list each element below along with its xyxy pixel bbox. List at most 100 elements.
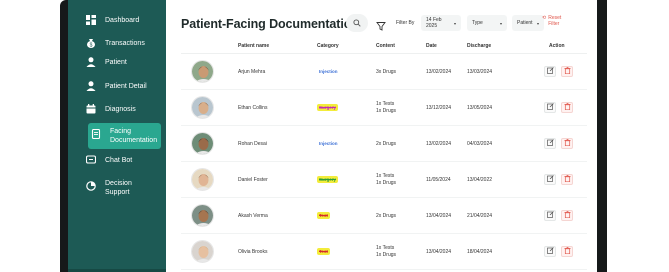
patient-name: Ethan Collins xyxy=(238,105,268,111)
edit-button[interactable] xyxy=(544,138,556,149)
filter-label: Filter By xyxy=(396,20,415,26)
trash-icon xyxy=(564,103,571,112)
trash-icon xyxy=(564,175,571,184)
sidebar-item-transactions[interactable]: $ Transactions xyxy=(86,39,162,48)
discharge-cell: 18/04/2024 xyxy=(467,249,493,255)
category-tag: Injection xyxy=(319,141,338,146)
table-row: Arjun Mehra Injection 3x Drugs 13/02/202… xyxy=(181,55,587,90)
edit-icon xyxy=(546,211,554,220)
content-line2: 1x Drugs xyxy=(376,180,397,186)
sidebar-item-dashboard[interactable]: Dashboard xyxy=(86,15,162,25)
edit-button[interactable] xyxy=(544,66,556,77)
sidebar-item-diagnosis[interactable]: Diagnosis xyxy=(86,104,162,114)
edit-icon xyxy=(546,103,554,112)
edit-button[interactable] xyxy=(544,210,556,221)
date-cell: 11/05/2024 xyxy=(426,177,451,183)
reset-label-line2: Filter xyxy=(548,21,560,27)
avatar xyxy=(191,132,214,155)
content-cell: 3x Drugs xyxy=(376,69,396,76)
table-row: Ethan Collins Surgery 1x Tests 1x Drugs … xyxy=(181,91,587,126)
delete-button[interactable] xyxy=(561,210,573,221)
app-window: Dashboard $ Transactions Patient Patient… xyxy=(0,0,669,272)
avatar xyxy=(191,204,214,227)
sidebar-item-label-line1: Decision xyxy=(105,180,132,187)
device-bezel-right xyxy=(597,0,607,272)
delete-button[interactable] xyxy=(561,174,573,185)
sidebar-item-label: Decision Support xyxy=(105,179,132,197)
date-cell: 13/02/2024 xyxy=(426,69,452,75)
avatar xyxy=(191,240,214,263)
discharge-cell: 13/03/2024 xyxy=(467,69,493,75)
pie-chart-icon xyxy=(86,181,96,191)
chevron-down-icon: ▾ xyxy=(453,20,456,26)
sidebar-item-patient-detail[interactable]: Patient Detail xyxy=(86,81,162,91)
chevron-down-icon: ▾ xyxy=(536,20,539,26)
delete-button[interactable] xyxy=(561,246,573,257)
sidebar-item-label: Patient xyxy=(105,59,127,66)
sidebar-item-label-line2: Support xyxy=(105,189,130,196)
patient-name: Daniel Foster xyxy=(238,177,268,183)
edit-button[interactable] xyxy=(544,174,556,185)
discharge-cell: 13/05/2024 xyxy=(467,105,493,111)
content-line1: 2x Drugs xyxy=(376,213,397,219)
column-header-action: Action xyxy=(549,43,565,49)
content-cell: 1x Tests 1x Drugs xyxy=(376,173,396,187)
sidebar-item-patient[interactable]: Patient xyxy=(86,57,162,67)
patient-filter-value: Patient xyxy=(517,20,533,26)
delete-button[interactable] xyxy=(561,138,573,149)
edit-button[interactable] xyxy=(544,102,556,113)
patient-name: Olivia Brooks xyxy=(238,249,268,255)
column-header-date: Date xyxy=(426,43,437,49)
sidebar-item-label: Dashboard xyxy=(105,17,140,24)
main-content: Patient-Facing Documentation Filter By 1… xyxy=(166,0,597,272)
sidebar-item-label-line1: Facing xyxy=(110,128,132,135)
device-bezel-left xyxy=(60,0,68,272)
patient-filter-dropdown[interactable]: Patient ▾ xyxy=(512,15,544,31)
date-filter-dropdown[interactable]: 14 Feb 2025 ▾ xyxy=(421,15,461,31)
document-icon xyxy=(91,128,101,140)
trash-icon xyxy=(564,67,571,76)
avatar xyxy=(191,96,214,119)
avatar xyxy=(191,60,214,83)
content-line1: 3x Drugs xyxy=(376,69,397,75)
table-header: Patient name Category Content Date Disch… xyxy=(181,38,587,54)
chat-icon xyxy=(85,155,97,165)
category-tag: Surgery xyxy=(317,104,339,111)
table-row: Akash Verma Test 2x Drugs 13/04/2024 21/… xyxy=(181,199,587,234)
person-icon xyxy=(86,57,96,67)
trash-icon xyxy=(564,211,571,220)
person-detail-icon xyxy=(86,81,96,91)
content-cell: 1x Tests 1x Drugs xyxy=(376,101,396,115)
date-cell: 13/02/2024 xyxy=(426,141,452,147)
trash-icon xyxy=(564,247,571,256)
sidebar-item-facing-documentation[interactable]: Facing Documentation xyxy=(88,123,161,149)
edit-icon xyxy=(546,175,554,184)
type-filter-value: Type xyxy=(472,20,483,26)
sidebar-item-chat-bot[interactable]: Chat Bot xyxy=(85,155,162,165)
delete-button[interactable] xyxy=(561,66,573,77)
content-cell: 2x Drugs xyxy=(376,213,396,220)
patient-name: Akash Verma xyxy=(238,213,268,219)
column-header-patient-name: Patient name xyxy=(238,43,270,49)
sidebar-item-label: Patient Detail xyxy=(105,83,147,90)
edit-icon xyxy=(546,139,554,148)
edit-button[interactable] xyxy=(544,246,556,257)
page-title: Patient-Facing Documentation xyxy=(181,17,359,31)
chevron-down-icon: ▾ xyxy=(499,20,502,26)
table-row: Daniel Foster Surgery 1x Tests 1x Drugs … xyxy=(181,163,587,198)
edit-icon xyxy=(546,67,554,76)
svg-text:$: $ xyxy=(90,42,93,48)
money-bag-icon: $ xyxy=(86,38,96,48)
sidebar-item-decision-support[interactable]: Decision Support xyxy=(86,179,162,197)
sidebar-item-label: Transactions xyxy=(105,40,145,47)
type-filter-dropdown[interactable]: Type ▾ xyxy=(467,15,507,31)
content-line1: 1x Tests xyxy=(376,173,395,179)
table-row: Rohan Desai Injection 2x Drugs 13/02/202… xyxy=(181,127,587,162)
search-button[interactable] xyxy=(346,14,368,32)
date-cell: 13/04/2024 xyxy=(426,213,452,219)
reset-filter-button[interactable]: ⟲ Reset Filter xyxy=(542,15,561,27)
sidebar-item-label: Diagnosis xyxy=(105,106,136,113)
delete-button[interactable] xyxy=(561,102,573,113)
column-header-content: Content xyxy=(376,43,395,49)
patient-name: Arjun Mehra xyxy=(238,69,266,75)
